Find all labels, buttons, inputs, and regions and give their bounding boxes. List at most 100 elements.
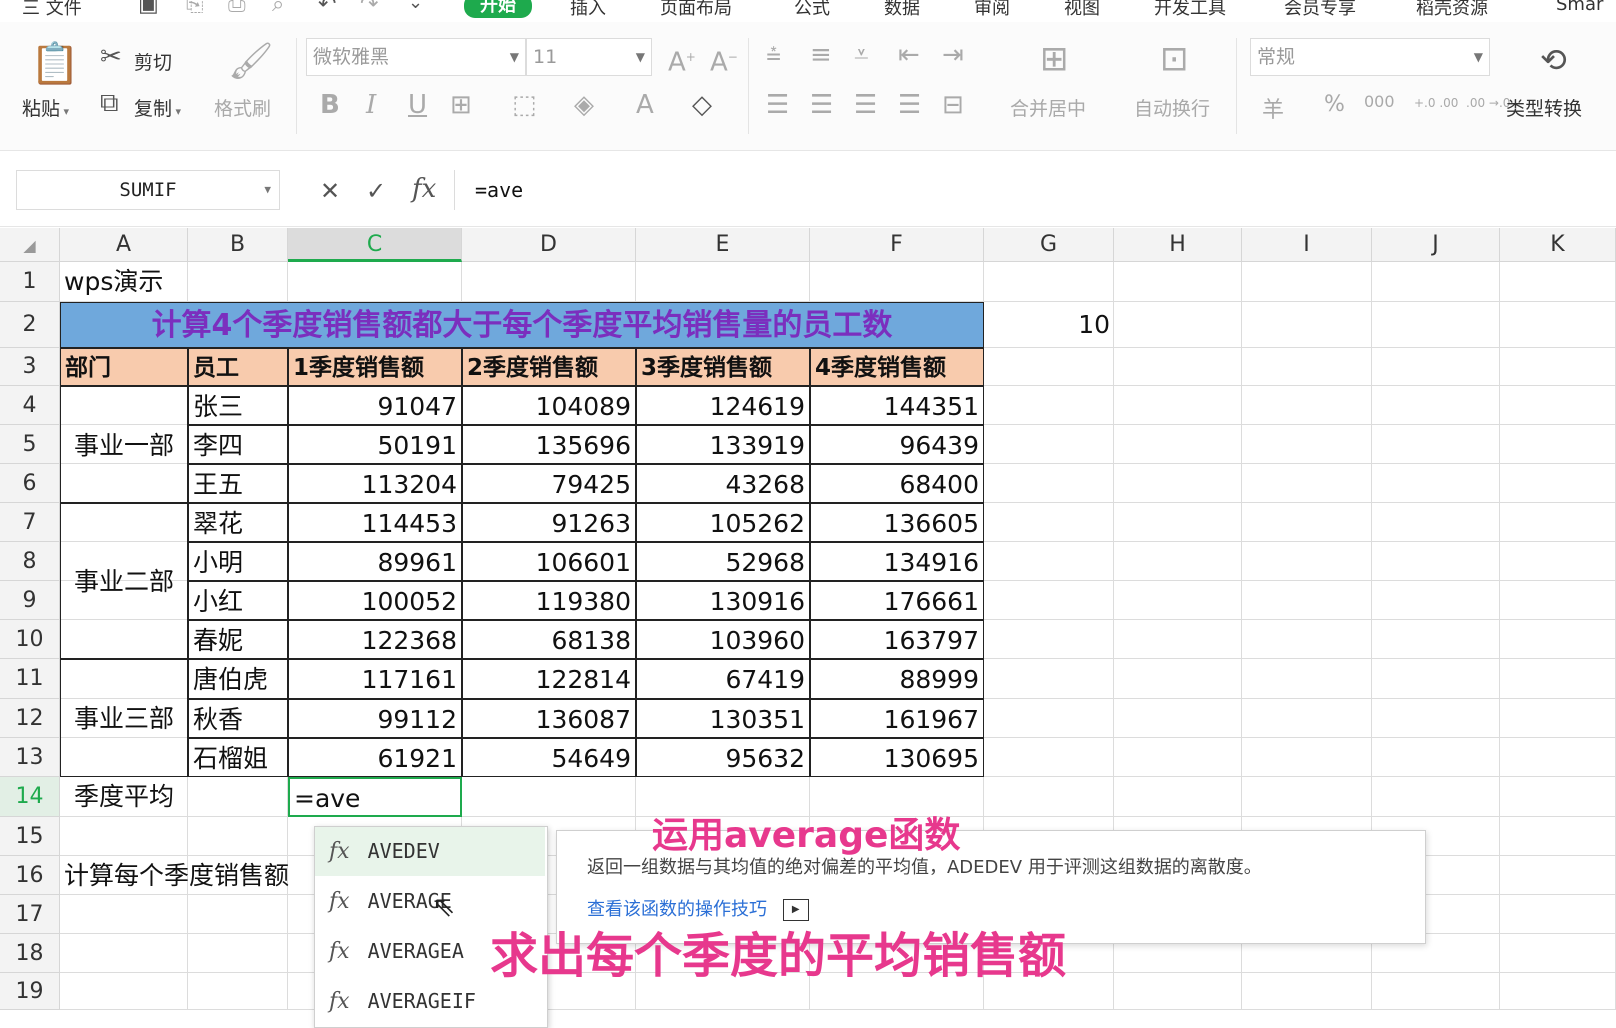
distributed-icon[interactable]: ⊟ <box>942 92 964 118</box>
menu-smart[interactable]: Smar <box>1556 0 1603 15</box>
export-icon[interactable]: ⎘ <box>186 0 204 18</box>
sales-cell[interactable]: 105262 <box>636 503 810 542</box>
sales-cell[interactable]: 68400 <box>810 464 984 503</box>
sales-cell[interactable]: 52968 <box>636 542 810 581</box>
column-header-e[interactable]: E <box>636 228 810 262</box>
sales-cell[interactable]: 133919 <box>636 425 810 464</box>
italic-icon[interactable]: I <box>366 92 376 118</box>
undo-icon[interactable]: ↶ <box>318 0 336 18</box>
row-header-12[interactable]: 12 <box>0 699 60 738</box>
cell-g2[interactable]: 10 <box>984 302 1114 348</box>
merge-center-button[interactable]: 合并居中 <box>1010 94 1086 121</box>
column-header-g[interactable]: G <box>984 228 1114 262</box>
employee-cell[interactable]: 秋香 <box>188 699 288 738</box>
print-icon[interactable]: ⎙ <box>228 0 246 18</box>
sales-cell[interactable]: 103960 <box>636 620 810 659</box>
sales-cell[interactable]: 79425 <box>462 464 636 503</box>
sales-cell[interactable]: 114453 <box>288 503 462 542</box>
header-cell[interactable]: 2季度销售额 <box>462 348 636 386</box>
employee-cell[interactable]: 李四 <box>188 425 288 464</box>
header-cell[interactable]: 1季度销售额 <box>288 348 462 386</box>
cell-a14[interactable]: 季度平均 <box>60 777 188 817</box>
menu-page-layout[interactable]: 页面布局 <box>660 0 732 20</box>
paste-button[interactable]: 粘贴 ▾ <box>22 94 69 121</box>
sales-cell[interactable]: 117161 <box>288 659 462 699</box>
row-header-3[interactable]: 3 <box>0 348 60 386</box>
menu-insert[interactable]: 插入 <box>570 0 606 20</box>
sales-cell[interactable]: 119380 <box>462 581 636 620</box>
sales-cell[interactable]: 136087 <box>462 699 636 738</box>
sales-cell[interactable]: 130916 <box>636 581 810 620</box>
currency-button[interactable]: 羊 <box>1262 92 1284 124</box>
row-header-9[interactable]: 9 <box>0 581 60 620</box>
thousands-button[interactable]: 000 <box>1364 92 1395 111</box>
row-header-11[interactable]: 11 <box>0 659 60 699</box>
sales-cell[interactable]: 88999 <box>810 659 984 699</box>
row-header-1[interactable]: 1 <box>0 262 60 302</box>
active-cell-c14[interactable]: =ave <box>288 777 462 817</box>
confirm-icon[interactable]: ✓ <box>366 178 386 204</box>
cancel-icon[interactable]: ✕ <box>320 178 340 204</box>
align-left-icon[interactable]: ☰ <box>766 92 789 118</box>
justify-icon[interactable]: ☰ <box>898 92 921 118</box>
autocomplete-item-avedev[interactable]: fx AVEDEV <box>315 827 545 876</box>
header-cell[interactable]: 员工 <box>188 348 288 386</box>
sales-cell[interactable]: 136605 <box>810 503 984 542</box>
sales-cell[interactable]: 96439 <box>810 425 984 464</box>
sales-cell[interactable]: 99112 <box>288 699 462 738</box>
row-header-16[interactable]: 16 <box>0 856 60 895</box>
decrease-indent-icon[interactable]: ⇤ <box>898 42 920 68</box>
fill-color-icon[interactable]: ◈ <box>574 92 594 118</box>
row-header-2[interactable]: 2 <box>0 302 60 348</box>
column-header-i[interactable]: I <box>1242 228 1372 262</box>
menu-review[interactable]: 审阅 <box>974 0 1010 20</box>
align-top-icon[interactable]: ⩮ <box>766 42 781 68</box>
copy-icon[interactable]: ⧉ <box>100 90 119 116</box>
underline-icon[interactable]: U <box>408 92 427 118</box>
column-header-d[interactable]: D <box>462 228 636 262</box>
row-header-5[interactable]: 5 <box>0 425 60 464</box>
row-header-8[interactable]: 8 <box>0 542 60 581</box>
department-cell[interactable]: 事业二部 <box>60 503 188 659</box>
column-header-k[interactable]: K <box>1500 228 1616 262</box>
sales-cell[interactable]: 61921 <box>288 738 462 777</box>
title-cell[interactable]: 计算4个季度销售额都大于每个季度平均销售量的员工数 <box>60 302 984 348</box>
row-header-17[interactable]: 17 <box>0 895 60 934</box>
sales-cell[interactable]: 68138 <box>462 620 636 659</box>
type-convert-button[interactable]: 类型转换 <box>1506 94 1582 121</box>
sales-cell[interactable]: 67419 <box>636 659 810 699</box>
employee-cell[interactable]: 张三 <box>188 386 288 425</box>
row-header-15[interactable]: 15 <box>0 817 60 856</box>
sales-cell[interactable]: 43268 <box>636 464 810 503</box>
print-preview-icon[interactable]: ⌕ <box>272 0 284 18</box>
font-size-select[interactable]: 11 ▼ <box>526 38 652 76</box>
formula-input[interactable]: =ave <box>454 170 1616 210</box>
sales-cell[interactable]: 135696 <box>462 425 636 464</box>
row-header-18[interactable]: 18 <box>0 934 60 973</box>
menu-file[interactable]: 三 文件 <box>22 0 82 20</box>
bold-icon[interactable]: B <box>320 92 340 118</box>
wrap-text-icon[interactable]: ⊡ <box>1160 42 1189 76</box>
header-cell[interactable]: 4季度销售额 <box>810 348 984 386</box>
type-convert-icon[interactable]: ⟲ <box>1540 44 1567 76</box>
increase-decimal-button[interactable]: +.0 .00 <box>1414 96 1458 110</box>
employee-cell[interactable]: 春妮 <box>188 620 288 659</box>
save-icon[interactable]: ▣ <box>138 0 159 18</box>
merge-center-icon[interactable]: ⊞ <box>1040 42 1069 76</box>
border-icon[interactable]: ⊞ <box>450 92 472 118</box>
sales-cell[interactable]: 130351 <box>636 699 810 738</box>
menu-home[interactable]: 开始 <box>464 0 532 18</box>
employee-cell[interactable]: 翠花 <box>188 503 288 542</box>
row-header-6[interactable]: 6 <box>0 464 60 503</box>
row-header-7[interactable]: 7 <box>0 503 60 542</box>
sales-cell[interactable]: 104089 <box>462 386 636 425</box>
menu-data[interactable]: 数据 <box>884 0 920 20</box>
select-all-corner[interactable]: ◢ <box>0 228 60 262</box>
menu-view[interactable]: 视图 <box>1064 0 1100 20</box>
decrease-decimal-button[interactable]: .00 →.0 <box>1466 96 1510 110</box>
menu-docer[interactable]: 稻壳资源 <box>1416 0 1488 20</box>
clear-format-icon[interactable]: ◇ <box>692 92 712 118</box>
sales-cell[interactable]: 134916 <box>810 542 984 581</box>
menu-developer[interactable]: 开发工具 <box>1154 0 1226 20</box>
sales-cell[interactable]: 144351 <box>810 386 984 425</box>
